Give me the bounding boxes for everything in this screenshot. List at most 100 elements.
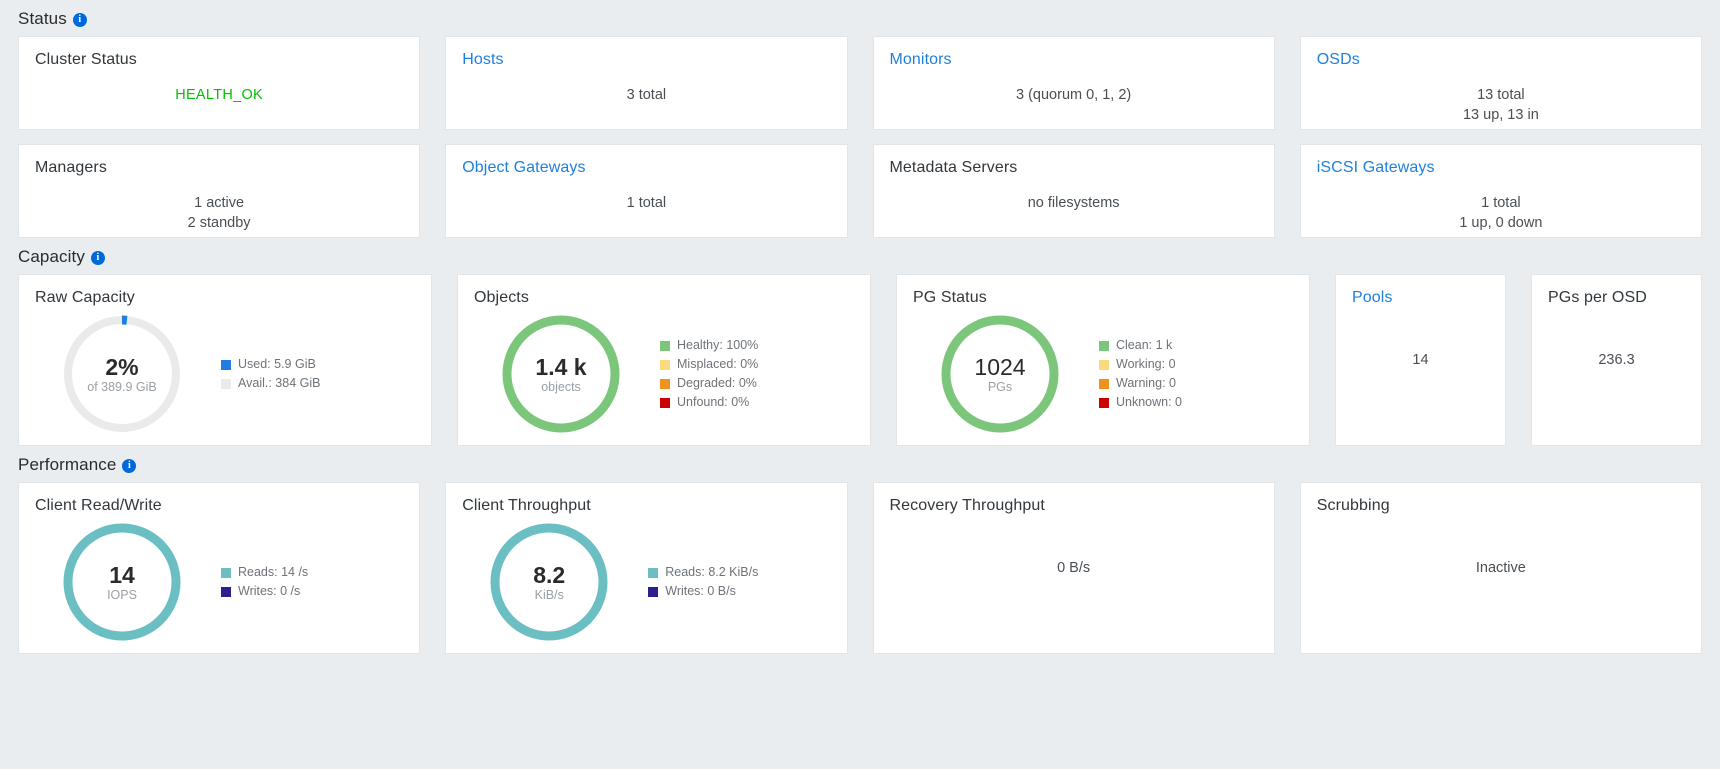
section-header-capacity: Capacity i — [18, 238, 1702, 274]
legend-label: Healthy: 100% — [677, 338, 759, 352]
card-value-line: 13 up, 13 in — [1462, 107, 1539, 123]
legend-label: Reads: 14 /s — [238, 565, 309, 579]
legend-swatch-degraded — [660, 378, 670, 389]
card-scrubbing[interactable]: Scrubbing Inactive — [1299, 482, 1702, 654]
legend-swatch-reads — [221, 567, 231, 578]
card-title-link[interactable]: Monitors — [874, 37, 1274, 69]
card-value-line: no filesystems — [1027, 195, 1120, 211]
legend-item: Avail.: 384 GiB — [221, 374, 423, 393]
card-value: 236.3 — [1598, 352, 1635, 368]
client-rw-legend: Reads: 14 /s Writes: 0 /s — [217, 563, 411, 601]
legend-swatch-misplaced — [660, 359, 670, 370]
card-pg-status[interactable]: PG Status 1024 PGs Clean: 1 k Working: 0… — [896, 274, 1310, 446]
dashboard-page: Status i Cluster Status HEALTH_OK Hosts … — [0, 0, 1720, 654]
legend-swatch-used — [221, 359, 231, 370]
legend-label: Unfound: 0% — [677, 395, 750, 409]
card-metadata-servers[interactable]: Metadata Servers no filesystems — [872, 144, 1275, 238]
card-value: 3 total — [446, 85, 846, 105]
pg-status-donut[interactable]: 1024 PGs — [938, 312, 1062, 436]
card-iscsi-gateways[interactable]: iSCSI Gateways 1 total 1 up, 0 down — [1299, 144, 1702, 238]
legend-item: Unfound: 0% — [660, 393, 862, 412]
pg-status-donut-wrap: 1024 PGs — [905, 312, 1095, 436]
card-title-link[interactable]: Object Gateways — [446, 145, 846, 177]
card-client-throughput[interactable]: Client Throughput 8.2 KiB/s Reads: 8.2 K… — [445, 482, 848, 654]
card-value: 14 — [1412, 352, 1429, 368]
info-icon[interactable]: i — [72, 13, 87, 27]
legend-item: Unknown: 0 — [1099, 393, 1301, 412]
legend-swatch-reads — [648, 567, 659, 578]
client-rw-donut[interactable]: 14 IOPS — [60, 520, 184, 644]
card-title-link[interactable]: Hosts — [446, 37, 846, 69]
objects-donut[interactable]: 1.4 k objects — [499, 312, 623, 436]
legend-item: Writes: 0 /s — [221, 582, 411, 601]
card-title: Metadata Servers — [889, 159, 1018, 176]
legend-label: Writes: 0 /s — [238, 584, 301, 598]
card-managers[interactable]: Managers 1 active 2 standby — [18, 144, 421, 238]
card-objects[interactable]: Objects 1.4 k objects Healthy: 100% Misp… — [457, 274, 871, 446]
info-icon[interactable]: i — [90, 251, 105, 265]
card-object-gateways[interactable]: Object Gateways 1 total — [445, 144, 848, 238]
legend-swatch-avail — [221, 378, 231, 389]
legend-item: Warning: 0 — [1099, 374, 1301, 393]
legend-label: Clean: 1 k — [1116, 338, 1173, 352]
card-pools[interactable]: Pools 14 — [1335, 274, 1506, 446]
card-client-read-write[interactable]: Client Read/Write 14 IOPS Reads: 14 /s W… — [18, 482, 421, 654]
legend-label: Misplaced: 0% — [677, 357, 759, 371]
card-title-link[interactable]: OSDs — [1301, 37, 1701, 69]
card-pgs-per-osd[interactable]: PGs per OSD 236.3 — [1531, 274, 1702, 446]
card-cluster-status[interactable]: Cluster Status HEALTH_OK — [18, 36, 421, 130]
legend-swatch-unfound — [660, 397, 670, 408]
legend-label: Warning: 0 — [1116, 376, 1176, 390]
capacity-row: Raw Capacity 2% of 389.9 GiB Used: 5.9 G… — [18, 274, 1702, 446]
legend-item: Healthy: 100% — [660, 336, 862, 355]
legend-item: Misplaced: 0% — [660, 355, 862, 374]
card-value: 1 total 1 up, 0 down — [1301, 193, 1701, 233]
card-title: Cluster Status — [35, 51, 137, 68]
donut-svg — [490, 523, 608, 641]
client-throughput-legend: Reads: 8.2 KiB/s Writes: 0 B/s — [644, 563, 838, 601]
legend-swatch-writes — [648, 586, 659, 597]
legend-item: Clean: 1 k — [1099, 336, 1301, 355]
card-title: Objects — [474, 289, 529, 306]
card-recovery-throughput[interactable]: Recovery Throughput 0 B/s — [872, 482, 1275, 654]
card-value: 1 total — [446, 193, 846, 213]
card-value-line: 3 (quorum 0, 1, 2) — [1016, 87, 1132, 103]
card-title: Raw Capacity — [35, 289, 135, 306]
card-hosts[interactable]: Hosts 3 total — [445, 36, 848, 130]
card-osds[interactable]: OSDs 13 total 13 up, 13 in — [1299, 36, 1702, 130]
donut-svg — [502, 315, 620, 433]
card-title: Client Throughput — [462, 497, 591, 514]
card-value: Inactive — [1475, 560, 1526, 576]
card-value-line: 1 up, 0 down — [1459, 215, 1543, 231]
card-value: 1 active 2 standby — [19, 193, 419, 233]
section-header-status: Status i — [18, 0, 1702, 36]
legend-item: Reads: 8.2 KiB/s — [648, 563, 838, 582]
card-title-link[interactable]: iSCSI Gateways — [1301, 145, 1701, 177]
legend-label: Degraded: 0% — [677, 376, 757, 390]
section-title-capacity: Capacity — [18, 247, 85, 266]
client-throughput-donut-wrap: 8.2 KiB/s — [454, 520, 644, 644]
section-title-status: Status — [18, 9, 67, 28]
card-value: no filesystems — [874, 193, 1274, 213]
client-throughput-donut[interactable]: 8.2 KiB/s — [487, 520, 611, 644]
card-value-line: 13 total — [1477, 87, 1525, 103]
card-title-link[interactable]: Pools — [1336, 275, 1505, 307]
status-row-2: Managers 1 active 2 standby Object Gatew… — [18, 144, 1702, 238]
legend-swatch-healthy — [660, 340, 670, 351]
donut-svg — [63, 315, 181, 433]
raw-capacity-donut[interactable]: 2% of 389.9 GiB — [60, 312, 184, 436]
legend-item: Degraded: 0% — [660, 374, 862, 393]
legend-swatch-unknown — [1099, 397, 1109, 408]
legend-label: Writes: 0 B/s — [665, 584, 736, 598]
card-title: Client Read/Write — [35, 497, 162, 514]
info-icon[interactable]: i — [122, 459, 137, 473]
card-value: HEALTH_OK — [19, 85, 419, 105]
card-raw-capacity[interactable]: Raw Capacity 2% of 389.9 GiB Used: 5.9 G… — [18, 274, 432, 446]
card-value: 0 B/s — [1057, 560, 1091, 576]
legend-label: Reads: 8.2 KiB/s — [665, 565, 759, 579]
card-monitors[interactable]: Monitors 3 (quorum 0, 1, 2) — [872, 36, 1275, 130]
donut-svg — [63, 523, 181, 641]
card-value-line: 1 total — [626, 195, 667, 211]
legend-label: Avail.: 384 GiB — [238, 376, 321, 390]
client-rw-donut-wrap: 14 IOPS — [27, 520, 217, 644]
